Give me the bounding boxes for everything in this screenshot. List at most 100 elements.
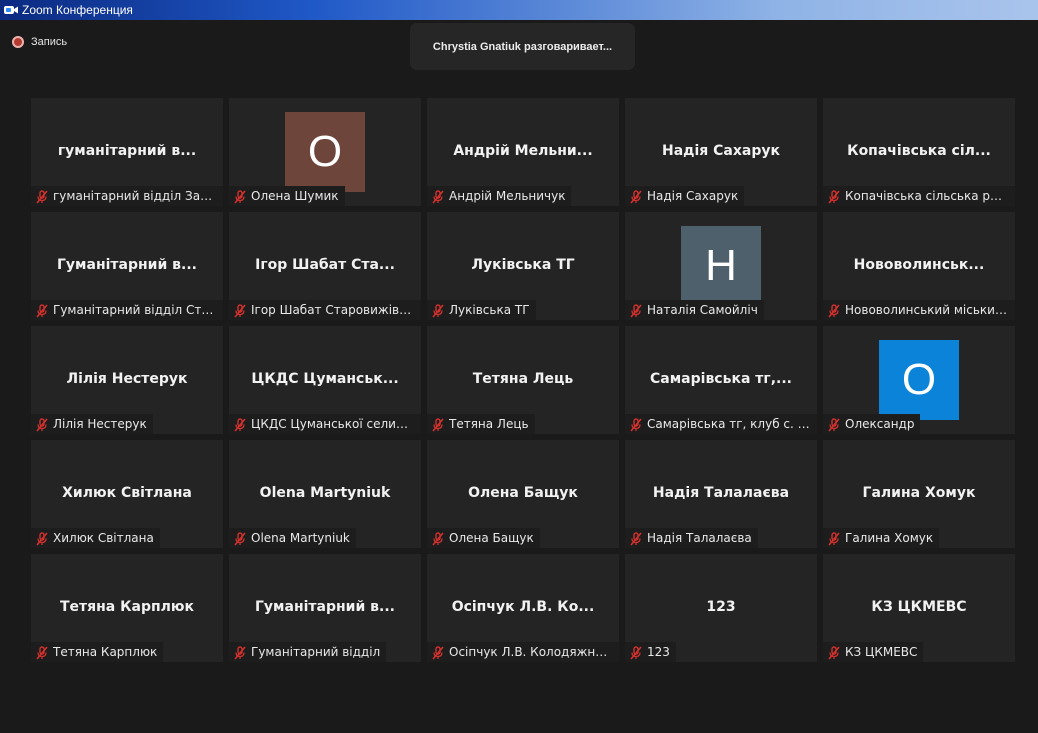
participant-tile[interactable]: Тетяна Лець Тетяна Лець xyxy=(427,326,619,434)
participant-name: Ігор Шабат Старовижівсь... xyxy=(251,303,415,317)
participant-name: Хилюк Світлана xyxy=(53,531,154,545)
participant-tile[interactable]: Гуманітарний в... Гуманітарний відділ xyxy=(229,554,421,662)
participant-tile[interactable]: Нововолинськ... Нововолинський міський ..… xyxy=(823,212,1015,320)
participant-name: Лілія Нестерук xyxy=(53,417,147,431)
participant-name-tag: Тетяна Лець xyxy=(427,414,535,434)
participant-display-name: Нововолинськ... xyxy=(853,257,985,273)
participant-name-tag: Самарівська тг, клуб с. Яз... xyxy=(625,414,817,434)
participant-name: Нововолинський міський ... xyxy=(845,303,1009,317)
participant-name-tag: КЗ ЦКМЕВС xyxy=(823,642,924,662)
participant-tile[interactable]: Тетяна Карплюк Тетяна Карплюк xyxy=(31,554,223,662)
participant-display-name: гуманітарний в... xyxy=(57,143,197,159)
muted-microphone-icon xyxy=(233,417,247,432)
participant-tile[interactable]: Галина Хомук Галина Хомук xyxy=(823,440,1015,548)
muted-microphone-icon xyxy=(35,417,49,432)
participant-name: Луківська ТГ xyxy=(449,303,530,317)
participant-tile[interactable]: О Олена Шумик xyxy=(229,98,421,206)
muted-microphone-icon xyxy=(233,645,247,660)
muted-microphone-icon xyxy=(827,303,841,318)
participant-name-tag: Гуманітарний відділ Старо... xyxy=(31,300,223,320)
participant-tile[interactable]: Надія Сахарук Надія Сахарук xyxy=(625,98,817,206)
participant-display-name: Ігор Шабат Ста... xyxy=(255,257,395,273)
participant-name: Гуманітарний відділ xyxy=(251,645,381,659)
participant-name-tag: Осіпчук Л.В. Колодяжне ТГ xyxy=(427,642,619,662)
participant-display-name: Надія Талалаєва xyxy=(652,485,790,501)
participant-display-name: Надія Сахарук xyxy=(662,143,780,159)
participant-tile[interactable]: Андрій Мельни... Андрій Мельничук xyxy=(427,98,619,206)
muted-microphone-icon xyxy=(431,531,445,546)
participant-tile[interactable]: гуманітарний в... гуманітарний відділ Зат… xyxy=(31,98,223,206)
participant-name-tag: ЦКДС Цуманської селищн... xyxy=(229,414,421,434)
participant-tile[interactable]: Н Наталія Самойліч xyxy=(625,212,817,320)
participant-name-tag: Тетяна Карплюк xyxy=(31,642,164,662)
participant-display-name: Тетяна Карплюк xyxy=(59,599,195,615)
muted-microphone-icon xyxy=(35,645,49,660)
participant-tile[interactable]: 123 123 xyxy=(625,554,817,662)
participant-display-name: Самарівська тг,... xyxy=(650,371,792,387)
participant-name-tag: Андрій Мельничук xyxy=(427,186,572,206)
participant-name-tag: Галина Хомук xyxy=(823,528,940,548)
participant-name-tag: 123 xyxy=(625,642,676,662)
participant-name-tag: Лілія Нестерук xyxy=(31,414,153,434)
participant-tile[interactable]: ЦКДС Цуманськ... ЦКДС Цуманської селищн..… xyxy=(229,326,421,434)
participant-tile[interactable]: Надія Талалаєва Надія Талалаєва xyxy=(625,440,817,548)
muted-microphone-icon xyxy=(827,645,841,660)
participant-display-name: Копачівська сіл... xyxy=(847,143,991,159)
participant-name: Тетяна Лець xyxy=(449,417,529,431)
participant-name-tag: Олена Бащук xyxy=(427,528,540,548)
participant-name: Тетяна Карплюк xyxy=(53,645,158,659)
participant-name: Копачівська сільська рада xyxy=(845,189,1009,203)
participant-tile[interactable]: Олена Бащук Олена Бащук xyxy=(427,440,619,548)
participant-tile[interactable]: Olena Martyniuk Olena Martyniuk xyxy=(229,440,421,548)
participant-avatar: О xyxy=(285,112,365,192)
muted-microphone-icon xyxy=(629,189,643,204)
participant-name-tag: Олена Шумик xyxy=(229,186,345,206)
zoom-camera-icon xyxy=(4,6,18,14)
participant-display-name: КЗ ЦКМЕВС xyxy=(871,599,967,615)
participant-tile[interactable]: Копачівська сіл... Копачівська сільська р… xyxy=(823,98,1015,206)
muted-microphone-icon xyxy=(233,531,247,546)
participant-display-name: 123 xyxy=(706,599,736,615)
participant-display-name: Осіпчук Л.В. Ко... xyxy=(451,599,595,615)
muted-microphone-icon xyxy=(35,531,49,546)
muted-microphone-icon xyxy=(629,417,643,432)
participant-name: Олена Бащук xyxy=(449,531,534,545)
participant-display-name: Луківська ТГ xyxy=(471,257,575,273)
participant-name-tag: Наталія Самойліч xyxy=(625,300,764,320)
title-bar[interactable]: Zoom Конференция xyxy=(0,0,1038,20)
participant-tile[interactable]: О Олександр xyxy=(823,326,1015,434)
participant-name: Галина Хомук xyxy=(845,531,934,545)
participant-name: Наталія Самойліч xyxy=(647,303,758,317)
muted-microphone-icon xyxy=(431,645,445,660)
participant-tile[interactable]: Гуманітарний в... Гуманітарний відділ Ста… xyxy=(31,212,223,320)
participant-display-name: Гуманітарний в... xyxy=(57,257,197,273)
participant-tile[interactable]: Самарівська тг,... Самарівська тг, клуб с… xyxy=(625,326,817,434)
participant-name: Olena Martyniuk xyxy=(251,531,350,545)
window-title: Zoom Конференция xyxy=(22,3,133,17)
participant-name: Надія Талалаєва xyxy=(647,531,752,545)
participant-tile[interactable]: КЗ ЦКМЕВС КЗ ЦКМЕВС xyxy=(823,554,1015,662)
participant-avatar: Н xyxy=(681,226,761,306)
participant-tile[interactable]: Хилюк Світлана Хилюк Світлана xyxy=(31,440,223,548)
participant-display-name: Тетяна Лець xyxy=(472,371,574,387)
record-icon xyxy=(12,36,24,48)
muted-microphone-icon xyxy=(629,531,643,546)
participant-name-tag: гуманітарний відділ Затур... xyxy=(31,186,223,206)
participant-name: гуманітарний відділ Затур... xyxy=(53,189,217,203)
muted-microphone-icon xyxy=(629,303,643,318)
participant-name-tag: Олександр xyxy=(823,414,921,434)
participant-tile[interactable]: Ігор Шабат Ста... Ігор Шабат Старовижівсь… xyxy=(229,212,421,320)
participant-display-name: Андрій Мельни... xyxy=(453,143,593,159)
participant-name-tag: Гуманітарний відділ xyxy=(229,642,387,662)
participant-tile[interactable]: Осіпчук Л.В. Ко... Осіпчук Л.В. Колодяжне… xyxy=(427,554,619,662)
participant-name: Гуманітарний відділ Старо... xyxy=(53,303,217,317)
participant-tile[interactable]: Лілія Нестерук Лілія Нестерук xyxy=(31,326,223,434)
participant-name-tag: Нововолинський міський ... xyxy=(823,300,1015,320)
participant-name-tag: Ігор Шабат Старовижівсь... xyxy=(229,300,421,320)
recording-indicator[interactable]: Запись xyxy=(12,34,67,50)
recording-label: Запись xyxy=(31,36,68,48)
muted-microphone-icon xyxy=(233,303,247,318)
participant-tile[interactable]: Луківська ТГ Луківська ТГ xyxy=(427,212,619,320)
muted-microphone-icon xyxy=(35,189,49,204)
participant-name: Осіпчук Л.В. Колодяжне ТГ xyxy=(449,645,613,659)
